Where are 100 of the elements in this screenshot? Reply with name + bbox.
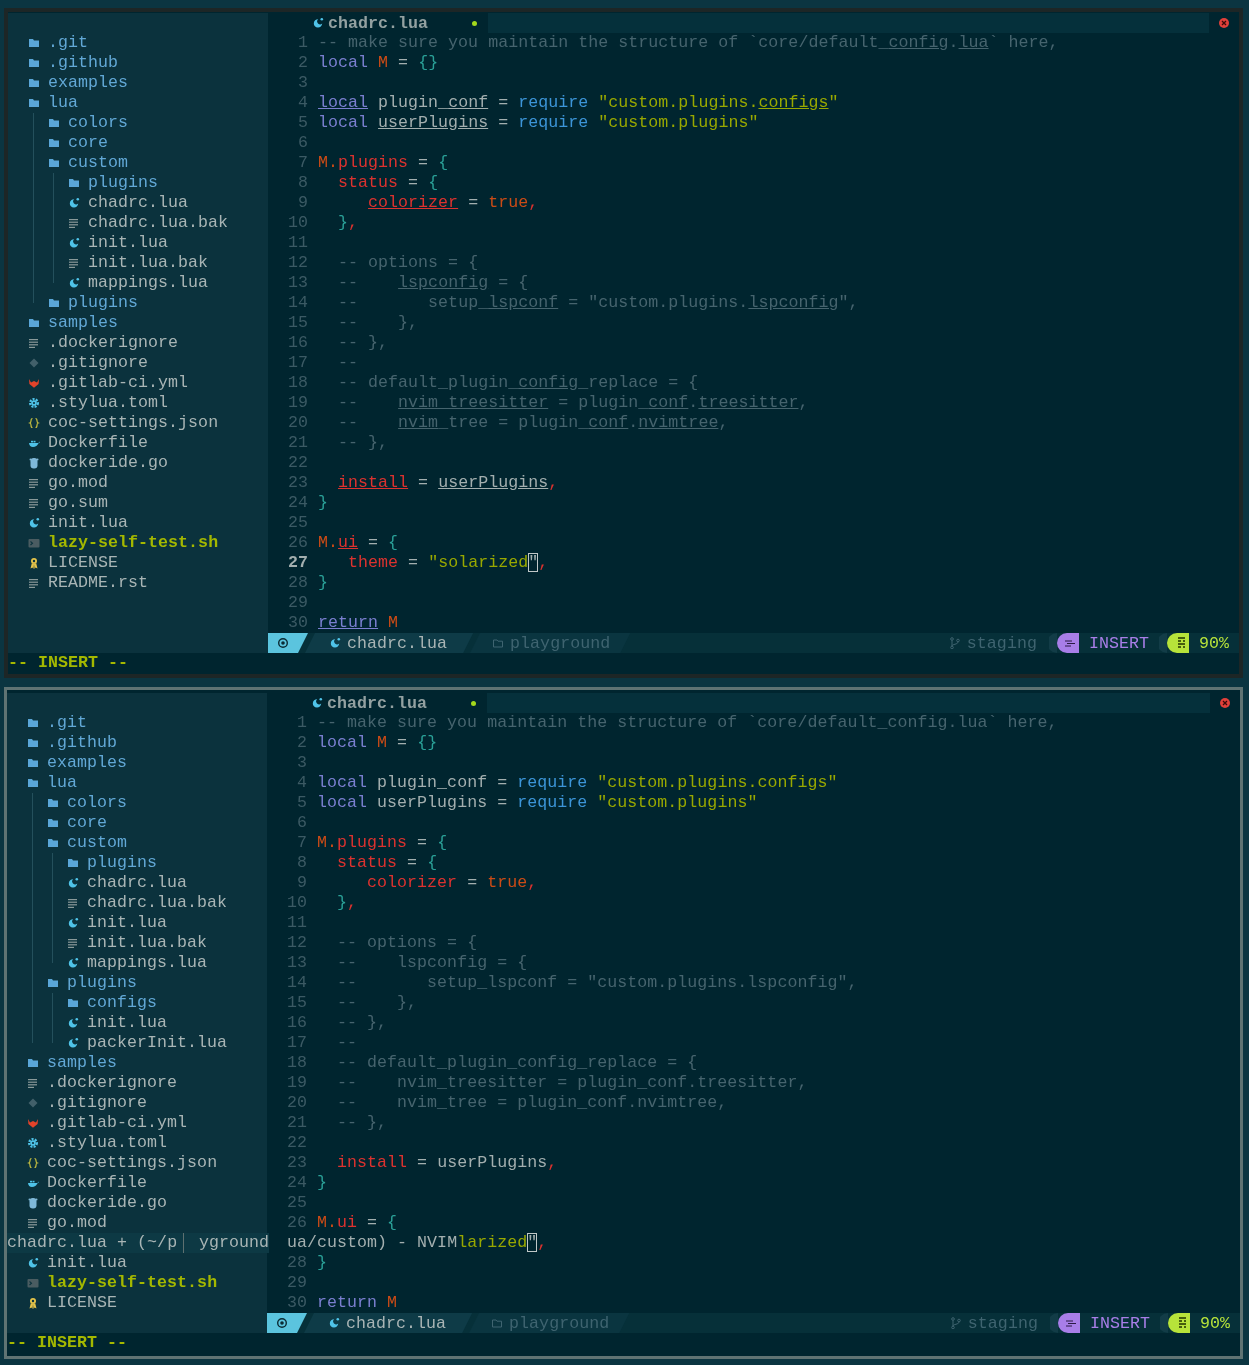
folder-item[interactable]: samples xyxy=(8,313,268,333)
line-number: 11 xyxy=(285,913,307,933)
moon-icon xyxy=(28,517,40,529)
line-number: 27 xyxy=(286,553,308,573)
folder-item[interactable]: examples xyxy=(7,753,267,773)
folder-item[interactable]: plugins xyxy=(7,853,267,873)
file-item[interactable]: init.lua xyxy=(7,913,267,933)
file-item[interactable]: lazy-self-test.sh xyxy=(7,1273,267,1293)
code-line: local M = {} xyxy=(318,53,439,73)
diamond-icon xyxy=(27,1097,39,1109)
file-item[interactable]: go.mod xyxy=(8,473,268,493)
line-number: 30 xyxy=(286,613,308,633)
file-item[interactable]: go.mod xyxy=(7,1213,267,1233)
file-item[interactable]: .gitignore xyxy=(7,1093,267,1113)
moon-icon xyxy=(68,277,80,289)
line-number: 12 xyxy=(286,253,308,273)
file-item[interactable]: LICENSE xyxy=(8,553,268,573)
file-item[interactable]: packerInit.lua xyxy=(7,1033,267,1053)
line-number: 20 xyxy=(285,1093,307,1113)
folder-item[interactable]: plugins xyxy=(8,293,268,313)
close-icon[interactable] xyxy=(1218,17,1230,29)
folder-item[interactable]: examples xyxy=(8,73,268,93)
file-item[interactable]: chadrc.lua.bak xyxy=(8,213,268,233)
file-item[interactable]: .dockerignore xyxy=(7,1073,267,1093)
folder-item[interactable]: lua xyxy=(8,93,268,113)
file-item[interactable]: init.lua xyxy=(8,513,268,533)
lines-icon xyxy=(27,1217,39,1229)
file-item[interactable]: chadrc.lua.bak xyxy=(7,893,267,913)
lines-icon xyxy=(28,577,40,589)
folder-item[interactable]: custom xyxy=(7,833,267,853)
line-number: 26 xyxy=(285,1213,307,1233)
file-item[interactable]: go.sum xyxy=(8,493,268,513)
line-number: 24 xyxy=(286,493,308,513)
file-tab[interactable]: chadrc.lua xyxy=(267,693,487,713)
code-line: -- }, xyxy=(337,313,419,333)
code-line: -- options = { xyxy=(337,253,479,273)
gear-icon xyxy=(28,397,40,409)
file-item[interactable]: .gitlab-ci.yml xyxy=(7,1113,267,1133)
file-item[interactable]: coc-settings.json xyxy=(8,413,268,433)
line-number: 7 xyxy=(297,153,308,173)
folder-item[interactable]: .git xyxy=(8,33,268,53)
line-number: 3 xyxy=(296,753,307,773)
file-item[interactable]: mappings.lua xyxy=(8,273,268,293)
file-item[interactable]: LICENSE xyxy=(7,1293,267,1313)
branch-icon xyxy=(949,1317,962,1329)
folder-item[interactable]: configs xyxy=(7,993,267,1013)
file-item[interactable]: .gitignore xyxy=(8,353,268,373)
folder-item[interactable]: samples xyxy=(7,1053,267,1073)
line-number: 13 xyxy=(286,273,308,293)
folder-item[interactable]: plugins xyxy=(7,973,267,993)
folder-item[interactable]: .github xyxy=(7,733,267,753)
code-line: M.plugins = { xyxy=(318,153,449,173)
file-item[interactable]: chadrc.lua xyxy=(7,873,267,893)
file-item[interactable]: Dockerfile xyxy=(8,433,268,453)
folder-item[interactable]: colors xyxy=(8,113,268,133)
file-tab[interactable]: chadrc.lua xyxy=(268,13,488,33)
folder-icon xyxy=(47,797,59,809)
folder-item[interactable]: lua xyxy=(7,773,267,793)
code-line: -- setup_lspconf = "custom.plugins.lspconfig", xyxy=(336,973,858,993)
file-item[interactable]: .gitlab-ci.yml xyxy=(8,373,268,393)
folder-item[interactable]: core xyxy=(7,813,267,833)
fox-icon xyxy=(28,377,40,389)
folder-item[interactable]: .github xyxy=(8,53,268,73)
branch-name: staging xyxy=(966,633,1037,653)
file-item[interactable]: .stylua.toml xyxy=(7,1133,267,1153)
folder-icon xyxy=(67,997,79,1009)
file-item[interactable]: init.lua.bak xyxy=(8,253,268,273)
folder-icon xyxy=(48,117,60,129)
moon-icon xyxy=(67,957,79,969)
title-text: chadrc.lua + (~/p xyxy=(7,1233,178,1253)
file-item[interactable]: mappings.lua xyxy=(7,953,267,973)
line-number: 29 xyxy=(285,1273,307,1293)
file-item[interactable]: lazy-self-test.sh xyxy=(8,533,268,553)
file-item[interactable]: init.lua xyxy=(8,233,268,253)
line-number: 30 xyxy=(285,1293,307,1313)
file-item[interactable]: dockeride.go xyxy=(8,453,268,473)
folder-item[interactable]: .git xyxy=(7,713,267,733)
file-item[interactable]: init.lua.bak xyxy=(7,933,267,953)
file-item[interactable]: .dockerignore xyxy=(8,333,268,353)
code-line: -- nvim_treesitter = plugin_conf.treesitter, xyxy=(337,393,809,413)
folder-item[interactable]: custom xyxy=(8,153,268,173)
close-icon[interactable] xyxy=(1219,697,1231,709)
file-item[interactable]: chadrc.lua xyxy=(8,193,268,213)
folder-item[interactable]: core xyxy=(8,133,268,153)
file-item[interactable]: Dockerfile xyxy=(7,1173,267,1193)
file-item[interactable]: dockeride.go xyxy=(7,1193,267,1213)
file-item[interactable]: init.lua xyxy=(7,1013,267,1033)
code-line: -- }, xyxy=(336,1013,388,1033)
folder-item[interactable]: plugins xyxy=(8,173,268,193)
code-line: colorizer = true, xyxy=(367,193,539,213)
line-number: 9 xyxy=(296,873,307,893)
file-item[interactable]: coc-settings.json xyxy=(7,1153,267,1173)
code-line: -- }, xyxy=(336,993,418,1013)
file-item[interactable]: README.rst xyxy=(8,573,268,593)
diamond-icon xyxy=(28,357,40,369)
file-name: chadrc.lua xyxy=(346,1313,447,1333)
code-line: install = userPlugins, xyxy=(336,1153,558,1173)
file-item[interactable]: .stylua.toml xyxy=(8,393,268,413)
folder-item[interactable]: colors xyxy=(7,793,267,813)
file-item[interactable]: init.lua xyxy=(7,1253,267,1273)
